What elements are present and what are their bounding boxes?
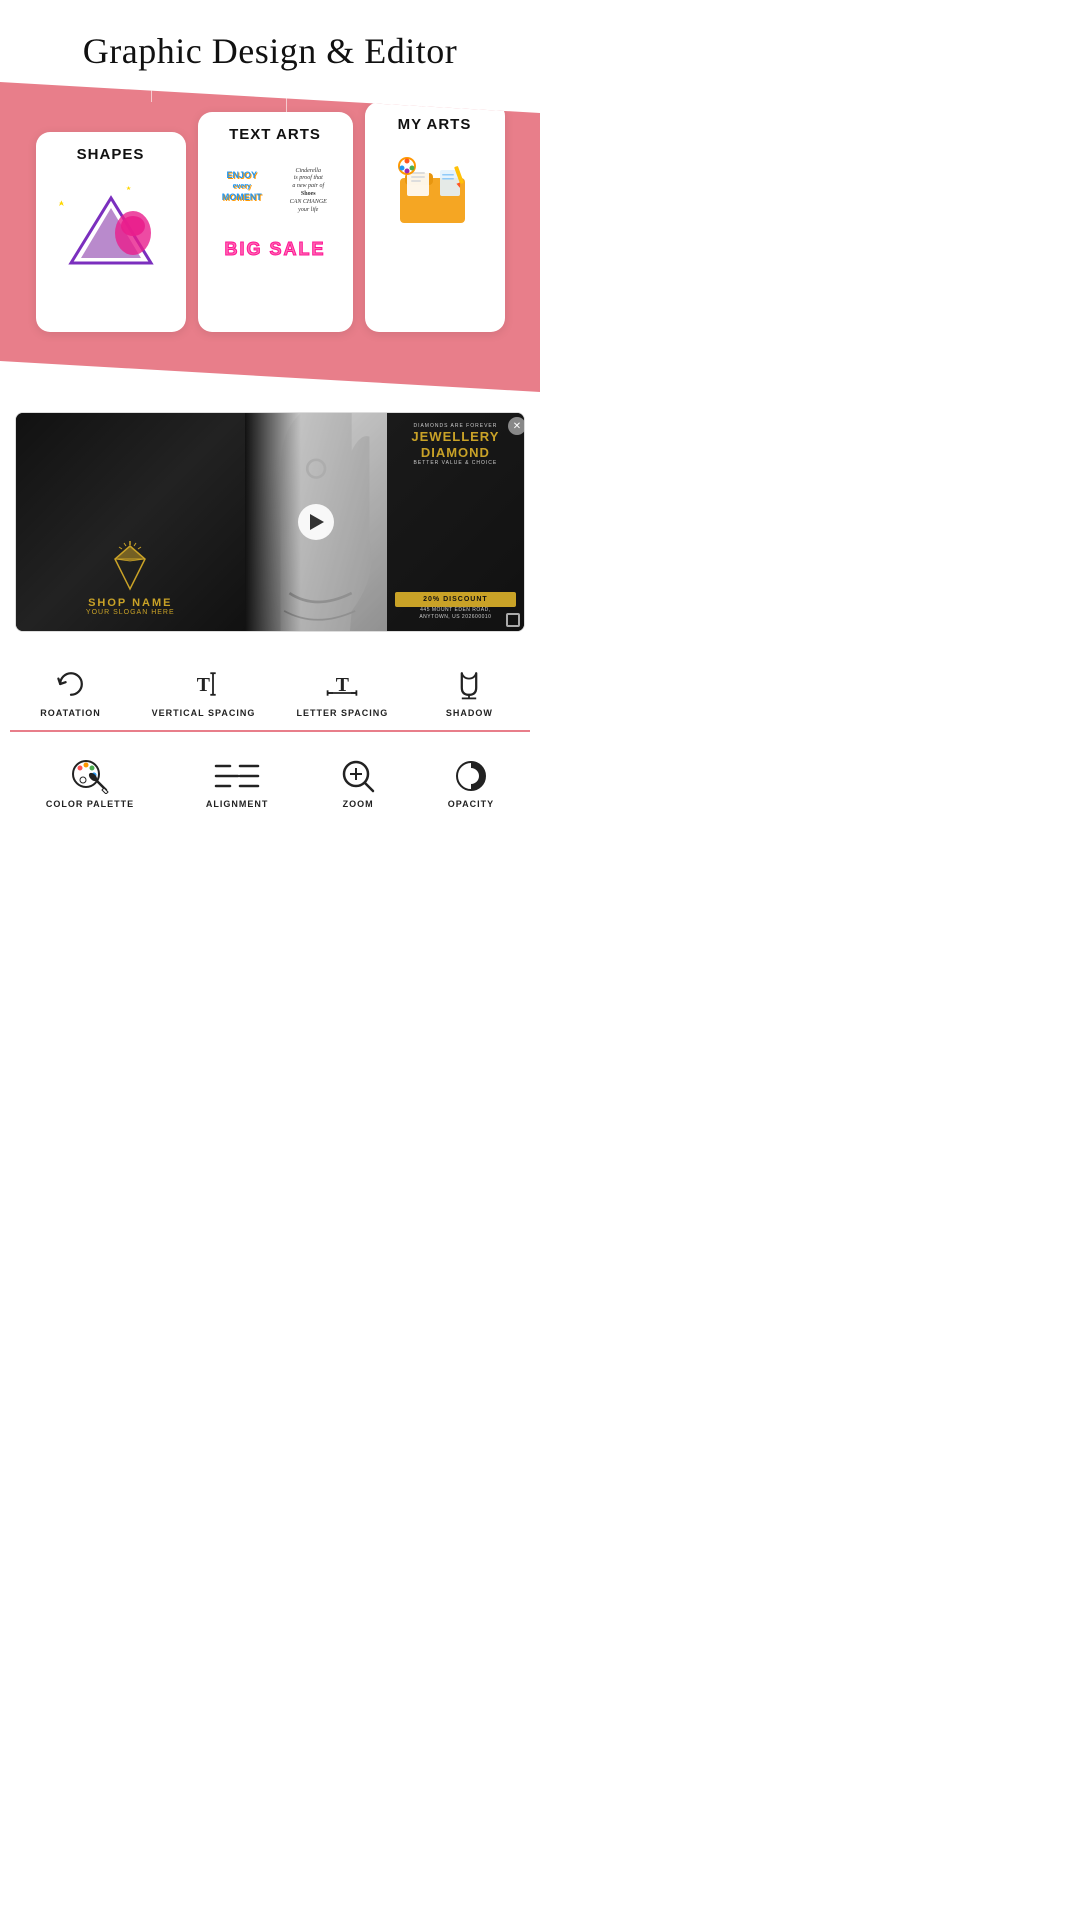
shop-name-text: SHOP NAME — [88, 597, 172, 609]
play-button[interactable] — [298, 504, 334, 540]
canvas-middle-panel — [245, 413, 387, 631]
alignment-tool[interactable]: ALIGNMENT — [206, 758, 269, 809]
canvas-top-section: DIAMONDS ARE FOREVER JEWELLERY DIAMOND B… — [395, 423, 516, 466]
textarts-card[interactable]: TEXT ARTS ENJOYeveryMOMENT Cinderellais … — [198, 112, 353, 332]
cinderella-text: Cinderellais proof thata new pair ofShoe… — [278, 166, 339, 215]
jewellery-title: JEWELLERY DIAMOND — [395, 429, 516, 460]
play-triangle-icon — [310, 514, 324, 530]
banner-area: SHAPES TEXT ARTS — [0, 82, 540, 392]
textarts-illustration: ENJOYeveryMOMENT Cinderellais proof that… — [208, 153, 343, 273]
shadow-icon — [451, 666, 487, 702]
myarts-card[interactable]: MY ARTS — [365, 102, 505, 332]
app-title: Graphic Design & Editor — [20, 30, 520, 72]
vertical-spacing-tool[interactable]: T VERTICAL SPACING — [152, 666, 256, 718]
main-toolbar: ROATATION T VERTICAL SPACING T LETTER SP — [0, 642, 540, 744]
opacity-label: OPACITY — [448, 799, 494, 809]
discount-text: 20% DISCOUNT — [401, 596, 510, 603]
canvas-frame[interactable]: SHOP NAME YOUR SLOGAN HERE — [15, 412, 525, 632]
color-palette-icon — [70, 758, 110, 794]
opacity-tool[interactable]: OPACITY — [448, 758, 494, 809]
zoom-icon — [340, 758, 376, 794]
textarts-card-title: TEXT ARTS — [229, 126, 321, 143]
close-button[interactable]: ✕ — [508, 417, 525, 435]
resize-handle[interactable] — [506, 613, 520, 627]
shop-slogan-text: YOUR SLOGAN HERE — [86, 609, 175, 616]
myarts-illustration — [375, 143, 495, 233]
cards-row: SHAPES TEXT ARTS — [20, 102, 520, 352]
myarts-card-title: MY ARTS — [398, 116, 472, 133]
canvas-right-panel: ✕ DIAMONDS ARE FOREVER JEWELLERY DIAMOND… — [387, 413, 524, 631]
bigsale-text: BIG SALE — [224, 239, 325, 260]
letter-spacing-tool[interactable]: T LETTER SPACING — [296, 666, 388, 718]
vertical-spacing-icon: T — [186, 666, 222, 702]
toolbar-divider — [10, 730, 530, 732]
enjoy-text: ENJOYeveryMOMENT — [216, 170, 269, 203]
discount-badge: 20% DISCOUNT — [395, 592, 516, 607]
zoom-tool[interactable]: ZOOM — [340, 758, 376, 809]
shadow-label: SHADOW — [446, 708, 493, 718]
alignment-label: ALIGNMENT — [206, 799, 269, 809]
letter-spacing-label: LETTER SPACING — [296, 708, 388, 718]
shapes-illustration — [46, 173, 176, 283]
letter-spacing-icon: T — [324, 666, 360, 702]
opacity-icon — [453, 758, 489, 794]
svg-text:T: T — [196, 674, 209, 696]
shapes-card[interactable]: SHAPES — [36, 132, 186, 332]
left-gradient — [245, 413, 302, 631]
app-header: Graphic Design & Editor — [0, 0, 540, 92]
diamond-svg — [105, 541, 155, 591]
bottom-toolbar-row: COLOR PALETTE ALIGNMENT — [10, 758, 530, 809]
alignment-icon — [212, 758, 262, 794]
rotation-icon — [53, 666, 89, 702]
shadow-tool[interactable]: SHADOW — [429, 666, 509, 718]
zoom-label: ZOOM — [343, 799, 374, 809]
canvas-bottom-section: 20% DISCOUNT 445 MOUNT EDEN ROAD, ANYTOW… — [395, 592, 516, 621]
color-palette-tool[interactable]: COLOR PALETTE — [46, 758, 134, 809]
canvas-left-panel: SHOP NAME YOUR SLOGAN HERE — [16, 413, 245, 631]
color-palette-label: COLOR PALETTE — [46, 799, 134, 809]
better-value-text: BETTER VALUE & CHOICE — [395, 460, 516, 466]
shapes-card-title: SHAPES — [77, 146, 145, 163]
canvas-area: SHOP NAME YOUR SLOGAN HERE — [0, 392, 540, 642]
vertical-spacing-label: VERTICAL SPACING — [152, 708, 256, 718]
address-text: 445 MOUNT EDEN ROAD, ANYTOWN, US 2026000… — [395, 607, 516, 621]
toolbar-row: ROATATION T VERTICAL SPACING T LETTER SP — [10, 658, 530, 726]
rotation-label: ROATATION — [40, 708, 101, 718]
bottom-toolbar: COLOR PALETTE ALIGNMENT — [0, 744, 540, 823]
rotation-tool[interactable]: ROATATION — [31, 666, 111, 718]
